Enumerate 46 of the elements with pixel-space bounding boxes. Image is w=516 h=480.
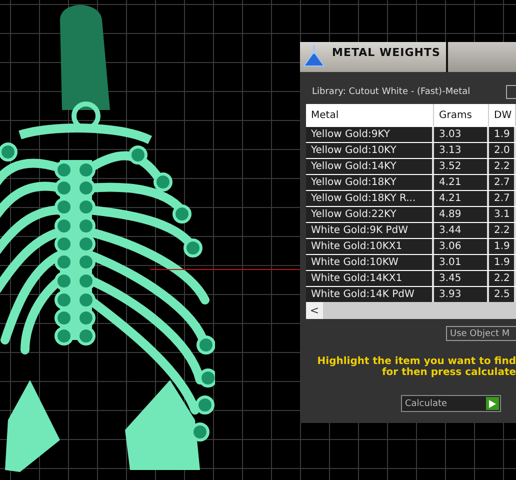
- calculate-dropdown[interactable]: Calculate: [401, 395, 501, 412]
- window-title: METAL WEIGHTS: [332, 46, 440, 59]
- table-cell: Yellow Gold:18KY: [306, 175, 434, 190]
- instruction-text: Highlight the item you want to find: [317, 356, 516, 367]
- table-cell: 4.21: [434, 175, 489, 190]
- table-cell: 3.44: [434, 223, 489, 238]
- table-cell: Yellow Gold:22KY: [306, 207, 434, 222]
- table-cell: White Gold:9K PdW: [306, 223, 434, 238]
- table-cell: 3.45: [434, 271, 489, 286]
- table-cell: Yellow Gold:10KY: [306, 143, 434, 158]
- instruction-text: for then press calculate: [382, 367, 516, 378]
- play-icon: [489, 400, 496, 408]
- table-cell: 3.93: [434, 287, 489, 302]
- table-cell: 4.21: [434, 191, 489, 206]
- table-cell: 2.0: [489, 143, 516, 158]
- library-label: Library: Cutout White - (Fast)-Metal: [312, 87, 470, 97]
- table-cell: 2.7: [489, 191, 516, 206]
- table-cell: 2.5: [489, 287, 516, 302]
- run-button[interactable]: [486, 397, 499, 410]
- title-bar-filler: [448, 42, 516, 72]
- table-cell: 3.01: [434, 255, 489, 270]
- table-cell: 1.9: [489, 255, 516, 270]
- table-cell: 2.2: [489, 223, 516, 238]
- calculate-label: Calculate: [404, 398, 448, 408]
- table-cell: 3.1: [489, 207, 516, 222]
- table-cell: 2.7: [489, 175, 516, 190]
- table-cell: White Gold:10KW: [306, 255, 434, 270]
- table-cell: Yellow Gold:14KY: [306, 159, 434, 174]
- table-cell: Yellow Gold:9KY: [306, 127, 434, 142]
- scale-icon: [302, 44, 326, 68]
- table-cell: White Gold:10KX1: [306, 239, 434, 254]
- table-cell: 4.89: [434, 207, 489, 222]
- table-cell: 2.2: [489, 159, 516, 174]
- use-object-button[interactable]: Use Object M: [446, 326, 516, 341]
- table-cell: 1.9: [489, 127, 516, 142]
- table-cell: 3.03: [434, 127, 489, 142]
- table-cell: 1.9: [489, 239, 516, 254]
- table-cell: 3.06: [434, 239, 489, 254]
- table-cell: 3.52: [434, 159, 489, 174]
- table-cell: White Gold:14K PdW: [306, 287, 434, 302]
- table-cell: 3.13: [434, 143, 489, 158]
- scroll-left-button[interactable]: <: [306, 302, 323, 319]
- library-button[interactable]: [506, 85, 516, 99]
- table-cell: 2.2: [489, 271, 516, 286]
- table-cell: White Gold:14KX1: [306, 271, 434, 286]
- table-cell: Yellow Gold:18KY R...: [306, 191, 434, 206]
